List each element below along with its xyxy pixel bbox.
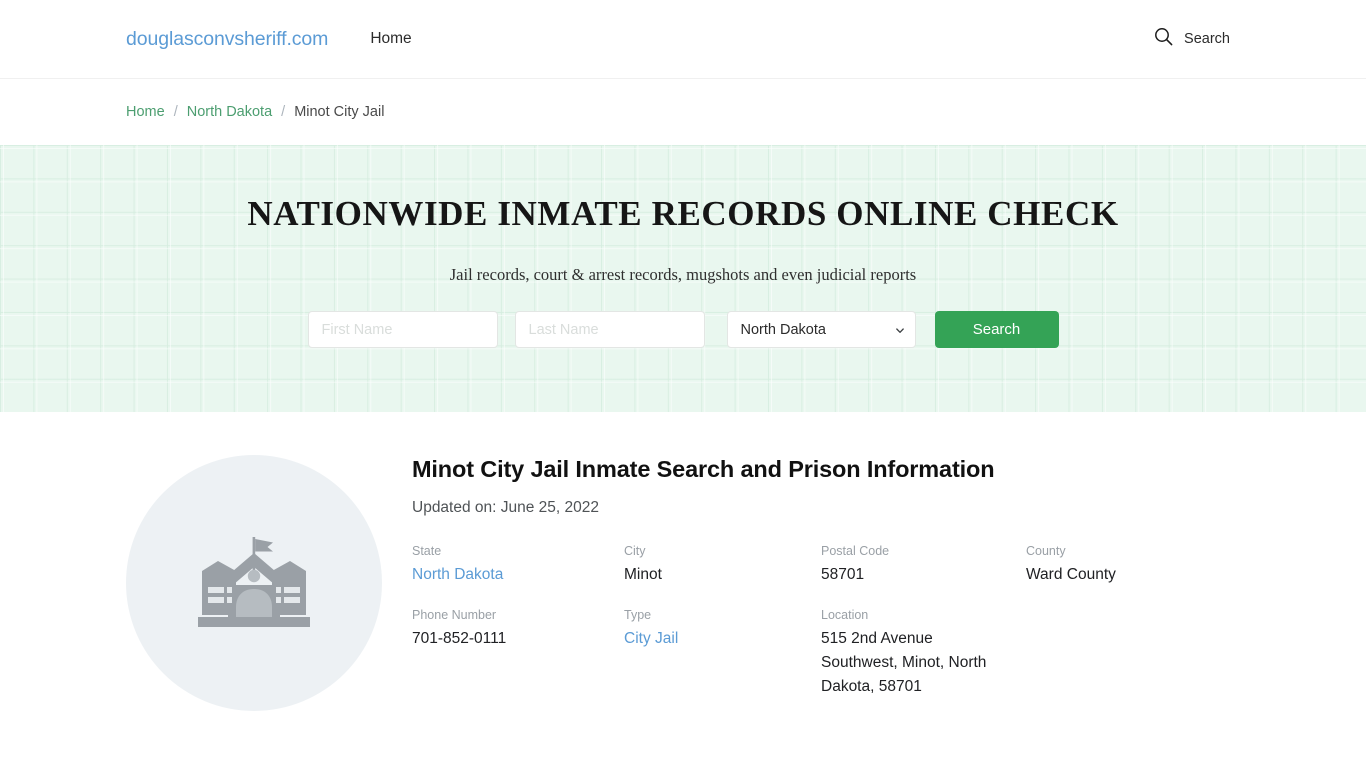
field-label: Postal Code: [821, 544, 890, 558]
breadcrumb-item-current: Minot City Jail: [294, 104, 385, 120]
facility-details-grid: State North Dakota City Minot Postal Cod…: [412, 544, 1240, 699]
field-label: Phone Number: [412, 608, 497, 622]
field-city: City Minot: [624, 544, 821, 587]
field-label: Type: [624, 608, 652, 622]
field-type: Type City Jail: [624, 608, 821, 699]
field-phone-number: Phone Number 701-852-0111: [412, 608, 624, 699]
hero-subtitle: Jail records, court & arrest records, mu…: [449, 265, 917, 284]
field-value-phone-number: 701-852-0111: [412, 630, 507, 647]
institution-building-icon: [198, 537, 310, 627]
field-value-county: Ward County: [1026, 566, 1116, 583]
field-value-type[interactable]: City Jail: [624, 630, 678, 647]
search-icon: [1154, 27, 1173, 51]
field-label: County: [1026, 544, 1066, 558]
field-value-state[interactable]: North Dakota: [412, 566, 503, 583]
field-value-location: 515 2nd Avenue Southwest, Minot, North D…: [821, 630, 987, 695]
updated-date: Updated on: June 25, 2022: [412, 499, 600, 516]
nav-item-home[interactable]: Home: [370, 30, 411, 48]
field-county: County Ward County: [1026, 544, 1240, 587]
thumbnail-column: [126, 412, 382, 711]
field-location: Location 515 2nd Avenue Southwest, Minot…: [821, 608, 1026, 699]
field-label: State: [412, 544, 442, 558]
page-title: Minot City Jail Inmate Search and Prison…: [412, 456, 995, 482]
state-select-wrapper: North Dakota: [726, 311, 916, 348]
breadcrumb: Home / North Dakota / Minot City Jail: [0, 79, 1366, 145]
breadcrumb-item-north-dakota[interactable]: North Dakota: [187, 104, 272, 120]
field-value-postal-code: 58701: [821, 566, 865, 583]
breadcrumb-separator: /: [173, 104, 178, 120]
site-header: douglasconvsheriff.com Home Search: [0, 0, 1366, 79]
state-select[interactable]: North Dakota: [726, 311, 916, 348]
main-content: Minot City Jail Inmate Search and Prison…: [0, 412, 1366, 711]
field-label: Location: [821, 608, 869, 622]
breadcrumb-item-home[interactable]: Home: [126, 104, 165, 120]
first-name-input[interactable]: [307, 311, 498, 348]
site-logo[interactable]: douglasconvsheriff.com: [126, 28, 328, 51]
header-search-button[interactable]: Search: [1154, 27, 1230, 51]
breadcrumb-separator: /: [281, 104, 286, 120]
search-submit-button[interactable]: Search: [934, 311, 1059, 348]
field-postal-code: Postal Code 58701: [821, 544, 1026, 587]
field-state: State North Dakota: [412, 544, 624, 587]
field-label: City: [624, 544, 646, 558]
header-search-label: Search: [1184, 31, 1230, 47]
facility-thumbnail: [126, 455, 382, 711]
field-empty-slot: [1026, 608, 1240, 699]
hero-title: NATIONWIDE INMATE RECORDS ONLINE CHECK: [247, 194, 1119, 233]
inmate-search-form: North Dakota Search: [307, 311, 1059, 348]
last-name-input[interactable]: [514, 311, 705, 348]
facility-info-column: Minot City Jail Inmate Search and Prison…: [382, 412, 1240, 699]
hero-section: NATIONWIDE INMATE RECORDS ONLINE CHECK J…: [0, 145, 1366, 412]
field-value-city: Minot: [624, 566, 662, 583]
